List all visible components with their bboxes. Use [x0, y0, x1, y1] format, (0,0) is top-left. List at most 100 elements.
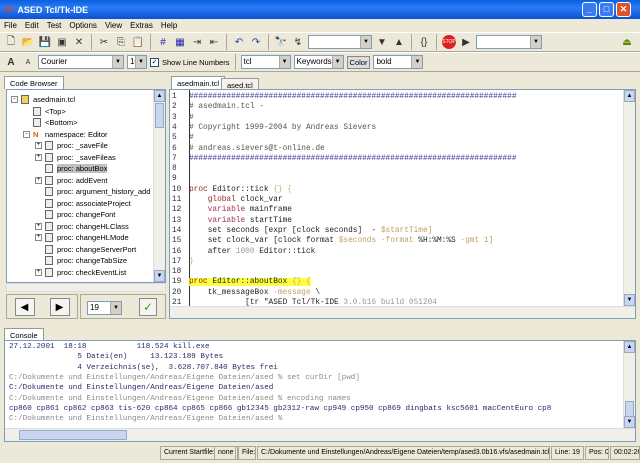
comment-icon[interactable]: # — [156, 35, 170, 49]
find-icon[interactable]: 🔭 — [274, 35, 288, 49]
console-scrollbar[interactable]: ▲ ▼ — [623, 341, 635, 428]
expand-icon[interactable]: + — [35, 176, 42, 184]
mode-combo[interactable]: tcl ▼ — [240, 55, 291, 69]
tree-item[interactable]: + proc: checkEventList — [35, 267, 126, 278]
scroll-up-icon[interactable]: ▲ — [624, 90, 635, 102]
editor-hscrollbar[interactable] — [170, 306, 635, 318]
tree-item[interactable]: + proc: _saveFileas — [35, 152, 116, 163]
run-target-combo[interactable]: ▼ — [476, 35, 542, 49]
tree-item[interactable]: - asedmain.tcl — [11, 94, 75, 105]
braces-icon[interactable]: {} — [417, 35, 431, 49]
goto-check-button[interactable]: ✓ — [139, 298, 157, 316]
style-combo[interactable]: bold ▼ — [373, 55, 424, 69]
scroll-thumb[interactable] — [155, 103, 164, 128]
copy-icon[interactable]: ⎘ — [114, 35, 128, 49]
find-prev-icon[interactable]: ▲ — [392, 35, 406, 49]
tree-item[interactable]: proc: changeServerPort — [35, 244, 136, 255]
tab-code-browser[interactable]: Code Browser — [4, 76, 64, 89]
line-combo[interactable]: 19 ▼ — [87, 301, 122, 315]
tree-item[interactable]: proc: changeTabSize — [35, 255, 127, 266]
undo-icon[interactable]: ↶ — [232, 35, 246, 49]
prev-button[interactable]: ◀ — [14, 297, 35, 316]
minimize-button[interactable]: _ — [582, 2, 597, 17]
save-icon[interactable]: 💾 — [38, 35, 52, 49]
expand-icon[interactable]: + — [35, 268, 42, 276]
expand-icon[interactable]: + — [35, 142, 42, 149]
font-combo[interactable]: Courier ▼ — [38, 55, 124, 69]
expand-icon[interactable]: + — [35, 222, 42, 230]
highlight-combo[interactable]: Keywords ▼ — [293, 55, 344, 69]
console[interactable]: 27.12.2001 18:18 118.524 kill.exe 5 Date… — [4, 340, 636, 442]
show-line-numbers-checkbox[interactable]: ✓ Show Line Numbers — [150, 57, 230, 67]
maximize-button[interactable]: □ — [599, 2, 614, 17]
chevron-down-icon[interactable]: ▼ — [135, 56, 146, 68]
chevron-down-icon[interactable]: ▼ — [530, 36, 541, 48]
save-all-icon[interactable]: ▣ — [55, 35, 69, 49]
paste-icon[interactable]: 📋 — [131, 35, 145, 49]
font-size-combo[interactable]: 10▼ — [127, 55, 147, 69]
run-icon[interactable]: ▶ — [459, 35, 473, 49]
tree-item[interactable]: proc: changeFont — [35, 209, 115, 220]
tree-item[interactable]: + proc: changeHLClass — [35, 221, 129, 232]
color-button[interactable]: Color — [346, 55, 371, 69]
scroll-up-icon[interactable]: ▲ — [624, 341, 635, 353]
code-editor[interactable]: 1 #######################################… — [169, 89, 636, 319]
scroll-down-icon[interactable]: ▼ — [154, 270, 165, 282]
editor-scrollbar[interactable]: ▲ ▼ — [623, 90, 635, 306]
chevron-down-icon[interactable]: ▼ — [112, 56, 123, 68]
font-decrease-icon[interactable]: A — [21, 55, 35, 69]
code-line: 11 global clock_var — [170, 195, 623, 205]
tree-item[interactable]: proc: argument_history_add — [35, 186, 150, 197]
expand-icon[interactable]: + — [35, 234, 42, 241]
scroll-up-icon[interactable]: ▲ — [154, 90, 165, 102]
font-increase-icon[interactable]: A — [4, 55, 18, 69]
find-next-icon[interactable]: ▼ — [375, 35, 389, 49]
new-file-icon[interactable]: 🗋 — [4, 35, 18, 49]
indent-icon[interactable]: ⇥ — [190, 35, 204, 49]
menu-view[interactable]: View — [105, 21, 122, 30]
tree-item[interactable]: + proc: _saveFile — [35, 140, 108, 151]
unindent-icon[interactable]: ⇤ — [207, 35, 221, 49]
tree-item[interactable]: - Nnamespace: Editor — [23, 129, 108, 140]
console-hscrollbar[interactable] — [5, 428, 635, 441]
stop-icon[interactable]: STOP — [442, 35, 456, 49]
scroll-thumb[interactable] — [625, 401, 634, 417]
menu-extras[interactable]: Extras — [130, 21, 153, 30]
chevron-down-icon[interactable]: ▼ — [411, 56, 423, 68]
menu-help[interactable]: Help — [161, 21, 177, 30]
next-button[interactable]: ▶ — [49, 297, 70, 316]
tree-item[interactable]: <Top> — [23, 106, 66, 117]
collapse-icon[interactable]: - — [23, 130, 30, 138]
tree-item[interactable]: + proc: addEvent — [35, 175, 107, 186]
expand-icon[interactable]: + — [35, 153, 42, 161]
collapse-icon[interactable]: - — [11, 96, 18, 103]
tab-asedmain[interactable]: asedmain.tcl — [171, 76, 226, 89]
close-file-icon[interactable]: ✕ — [72, 35, 86, 49]
tree-item[interactable]: proc: aboutBox — [35, 163, 108, 174]
search-combo[interactable]: ▼ — [308, 35, 372, 49]
tree-item[interactable]: <Bottom> — [23, 117, 78, 128]
uncomment-icon[interactable]: ▦ — [173, 35, 187, 49]
close-button[interactable]: ✕ — [616, 2, 631, 17]
redo-icon[interactable]: ↷ — [249, 35, 263, 49]
menu-options[interactable]: Options — [69, 21, 97, 30]
menu-test[interactable]: Test — [47, 21, 62, 30]
scroll-thumb[interactable] — [19, 430, 127, 440]
scroll-down-icon[interactable]: ▼ — [624, 416, 635, 428]
separator — [268, 34, 269, 50]
exit-icon[interactable]: ⏏ — [620, 35, 634, 49]
goto-icon[interactable]: ↯ — [291, 35, 305, 49]
tree-item[interactable]: + proc: changeHLMode — [35, 232, 129, 243]
chevron-down-icon[interactable]: ▼ — [110, 302, 121, 314]
chevron-down-icon[interactable]: ▼ — [278, 56, 290, 68]
menu-edit[interactable]: Edit — [25, 21, 39, 30]
tree-hscrollbar[interactable] — [6, 283, 166, 292]
open-file-icon[interactable]: 📂 — [21, 35, 35, 49]
tree-scrollbar[interactable]: ▲ ▼ — [153, 90, 165, 282]
cut-icon[interactable]: ✂ — [97, 35, 111, 49]
chevron-down-icon[interactable]: ▼ — [360, 36, 371, 48]
menu-file[interactable]: File — [4, 21, 17, 30]
scroll-down-icon[interactable]: ▼ — [624, 294, 635, 306]
chevron-down-icon[interactable]: ▼ — [331, 56, 343, 68]
tree-item[interactable]: proc: associateProject — [35, 198, 131, 209]
